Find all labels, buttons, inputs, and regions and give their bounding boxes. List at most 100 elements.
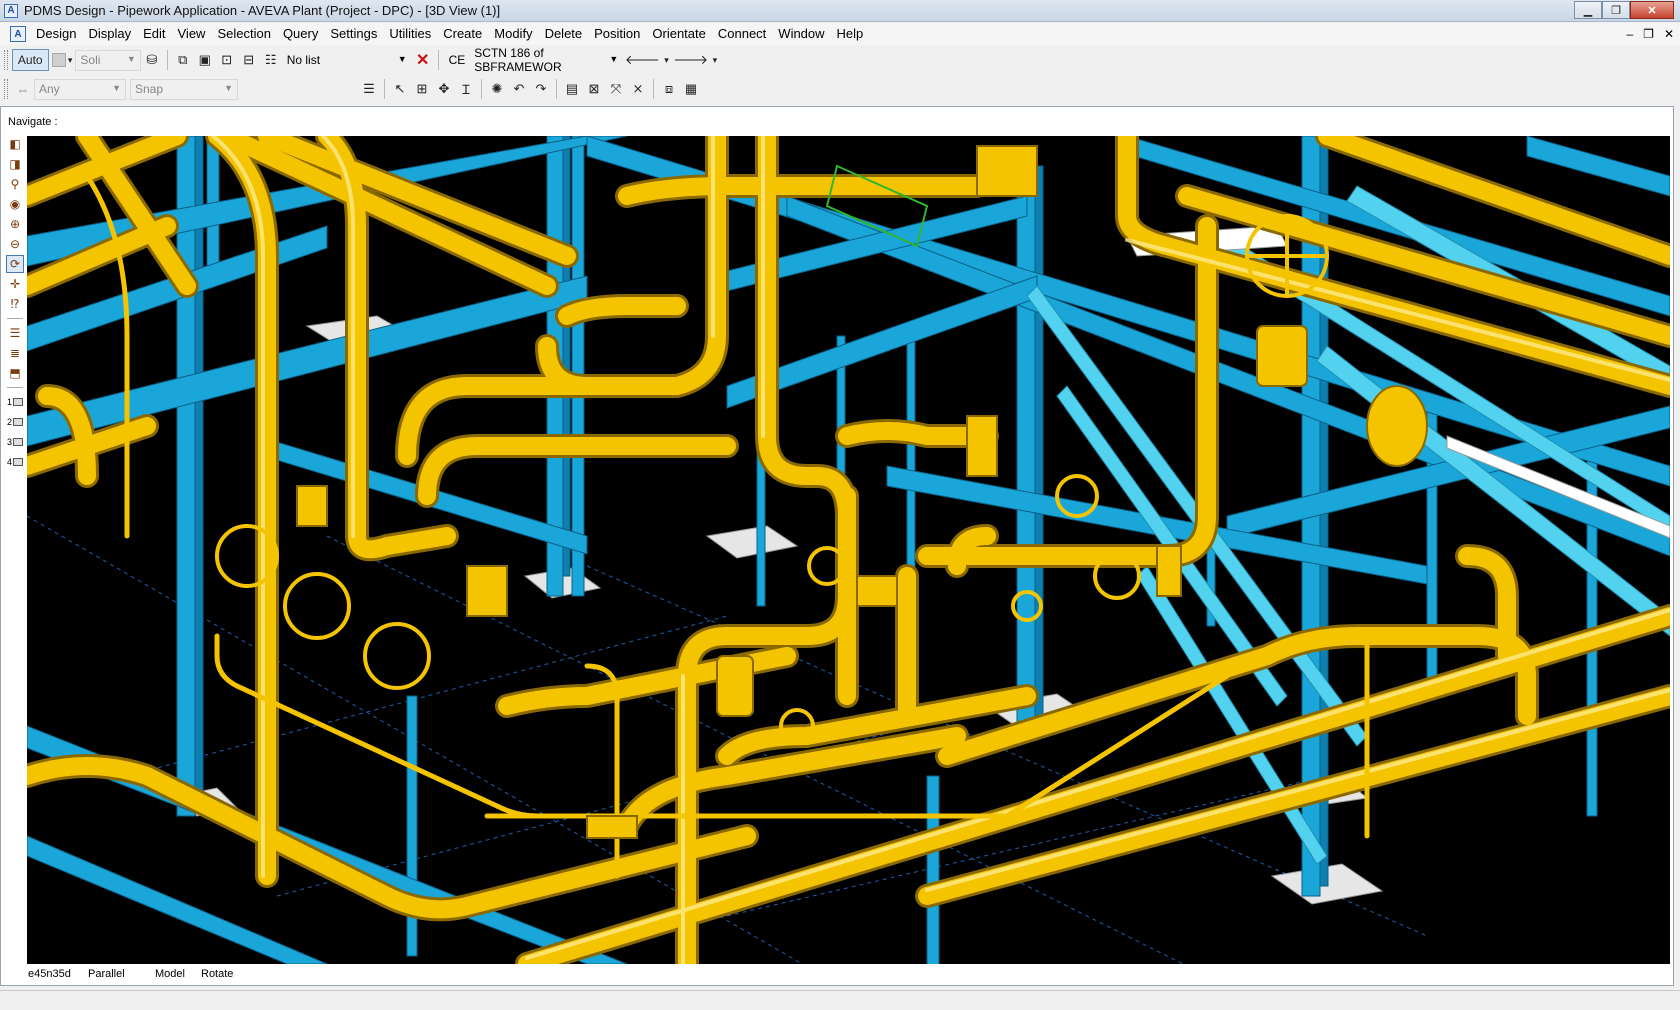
menu-view[interactable]: View — [172, 23, 212, 45]
saved-view-3[interactable]: 3 — [7, 433, 23, 451]
menu-query[interactable]: Query — [277, 23, 324, 45]
view-direction: e45n35d — [28, 968, 71, 980]
current-element-value: SCTN 186 of SBFRAMEWOR — [474, 46, 562, 74]
zoom-in-icon[interactable]: ⊕ — [6, 215, 24, 233]
maximize-button[interactable]: ❐ — [1602, 1, 1630, 19]
toolbar-grip[interactable] — [4, 50, 8, 70]
3d-viewport[interactable] — [27, 136, 1670, 964]
list-icon[interactable]: ☷ — [260, 49, 282, 71]
saved-view-number: 2 — [6, 417, 12, 427]
chevron-down-icon: ▼ — [112, 82, 121, 93]
toolbar-grip[interactable] — [4, 79, 8, 99]
saved-view-number: 4 — [6, 457, 12, 467]
saved-view-4[interactable]: 4 — [7, 453, 23, 471]
filter-combo-value: Any — [39, 82, 60, 96]
close-button[interactable]: ✕ — [1630, 1, 1674, 19]
copy-icon[interactable]: ⧉ — [172, 49, 194, 71]
filter-combo[interactable]: Any ▼ — [34, 78, 126, 100]
clipping-icon[interactable]: ⧈ — [658, 78, 680, 100]
camera-icon — [13, 398, 23, 406]
window-icon[interactable]: ⊟ — [238, 49, 260, 71]
toolbar-separator — [556, 79, 557, 99]
zoom-out-icon[interactable]: ⊖ — [6, 235, 24, 253]
back-arrow-icon[interactable]: 🡐 — [623, 49, 661, 71]
mdi-minimize-button[interactable]: – — [1626, 23, 1633, 45]
mdi-close-button[interactable]: ✕ — [1664, 23, 1674, 45]
walk-icon[interactable]: ◧ — [6, 135, 24, 153]
database-icon[interactable]: ⛁ — [141, 49, 163, 71]
view-sidebar: ◧ ◨ ⚲ ◉ ⊕ ⊖ ⟳ ✛ ⁉ ☰ ≣ ⬒ 1 2 3 4 — [4, 135, 26, 967]
menu-modify[interactable]: Modify — [488, 23, 538, 45]
menu-utilities[interactable]: Utilities — [383, 23, 437, 45]
text-cursor-icon[interactable]: Ɪ — [455, 78, 477, 100]
list-combo[interactable]: No list ▼ — [282, 50, 412, 71]
zoom-extents-icon[interactable]: ⊠ — [583, 78, 605, 100]
rotate-icon[interactable]: ⟳ — [6, 255, 24, 273]
menu-selection[interactable]: Selection — [211, 23, 276, 45]
filter-icon[interactable]: ⇔ — [12, 78, 34, 100]
toolbar-separator — [437, 50, 439, 70]
menu-connect[interactable]: Connect — [712, 23, 772, 45]
title-bar: A PDMS Design - Pipework Application - A… — [0, 0, 1680, 22]
zoom-selection-icon[interactable]: ⤧ — [605, 78, 627, 100]
centre-icon[interactable]: ⁉ — [6, 295, 24, 313]
back-dropdown-icon[interactable]: ▾ — [661, 49, 671, 71]
menu-delete[interactable]: Delete — [539, 23, 589, 45]
look-icon[interactable]: ◨ — [6, 155, 24, 173]
display-mode: Model — [155, 968, 185, 980]
view-status-line: e45n35d Parallel Model Rotate — [27, 964, 1670, 984]
highlight-icon[interactable]: ✺ — [486, 78, 508, 100]
sidebar-separator — [7, 387, 23, 388]
menu-create[interactable]: Create — [437, 23, 488, 45]
main-toolbar: Auto ▾ Soli ▼ ⛁ ⧉ ▣ ⊡ ⊟ ☷ No list ▼ ✕ CE S… — [0, 46, 720, 74]
layer-icon[interactable]: ☰ — [6, 324, 24, 342]
colour-picker[interactable]: ▾ — [49, 49, 76, 71]
restore-view-icon[interactable]: ◉ — [6, 195, 24, 213]
snap-combo[interactable]: Snap ▼ — [130, 78, 238, 100]
solid-combo[interactable]: Soli ▼ — [75, 49, 141, 71]
menu-window[interactable]: Window — [772, 23, 830, 45]
mdi-controls: – ❐ ✕ — [1626, 23, 1674, 45]
snap-settings-icon[interactable]: ☰ — [358, 78, 380, 100]
properties-icon[interactable]: ▦ — [680, 78, 702, 100]
current-element-combo[interactable]: SCTN 186 of SBFRAMEWOR ▼ — [469, 46, 623, 74]
pan-icon[interactable]: ✛ — [6, 275, 24, 293]
document-icon[interactable]: A — [10, 26, 26, 42]
camera-icon — [13, 418, 23, 426]
toolbar-separator — [653, 79, 654, 99]
menu-orientate[interactable]: Orientate — [646, 23, 711, 45]
open-view-icon[interactable]: ▤ — [561, 78, 583, 100]
graphics-pick-icon[interactable]: ⊞ — [411, 78, 433, 100]
window-select-icon[interactable]: ⊡ — [216, 49, 238, 71]
menu-edit[interactable]: Edit — [137, 23, 171, 45]
stack-icon[interactable]: ≣ — [6, 344, 24, 362]
save-icon[interactable]: ▣ — [194, 49, 216, 71]
forward-dropdown-icon[interactable]: ▾ — [710, 49, 720, 71]
auto-button[interactable]: Auto — [11, 49, 49, 71]
saved-view-2[interactable]: 2 — [7, 413, 23, 431]
menu-bar: A Design Display Edit View Selection Que… — [0, 23, 1680, 45]
snap-combo-value: Snap — [135, 82, 164, 96]
undo-icon[interactable]: ↶ — [508, 78, 530, 100]
menu-help[interactable]: Help — [831, 23, 870, 45]
zoom-icon[interactable]: ⚲ — [6, 175, 24, 193]
camera-icon — [13, 438, 23, 446]
forward-arrow-icon[interactable]: 🡒 — [672, 49, 710, 71]
saved-view-1[interactable]: 1 — [7, 393, 23, 411]
list-combo-value: No list — [286, 53, 321, 67]
clear-list-icon[interactable]: ✕ — [412, 49, 434, 71]
redo-icon[interactable]: ↷ — [530, 78, 552, 100]
mdi-restore-button[interactable]: ❐ — [1643, 23, 1654, 45]
move-icon[interactable]: ✥ — [433, 78, 455, 100]
toolbar-separator — [384, 79, 385, 99]
minimize-button[interactable]: ▁ — [1574, 1, 1602, 19]
elevation-icon[interactable]: ⬒ — [6, 364, 24, 382]
menu-design[interactable]: Design — [30, 23, 82, 45]
menu-position[interactable]: Position — [588, 23, 646, 45]
pointer-icon[interactable]: ↖ — [389, 78, 411, 100]
saved-view-number: 1 — [6, 397, 12, 407]
menu-display[interactable]: Display — [82, 23, 137, 45]
clear-view-icon[interactable]: ⨯ — [627, 78, 649, 100]
menu-settings[interactable]: Settings — [324, 23, 383, 45]
chevron-down-icon: ▼ — [126, 53, 136, 64]
